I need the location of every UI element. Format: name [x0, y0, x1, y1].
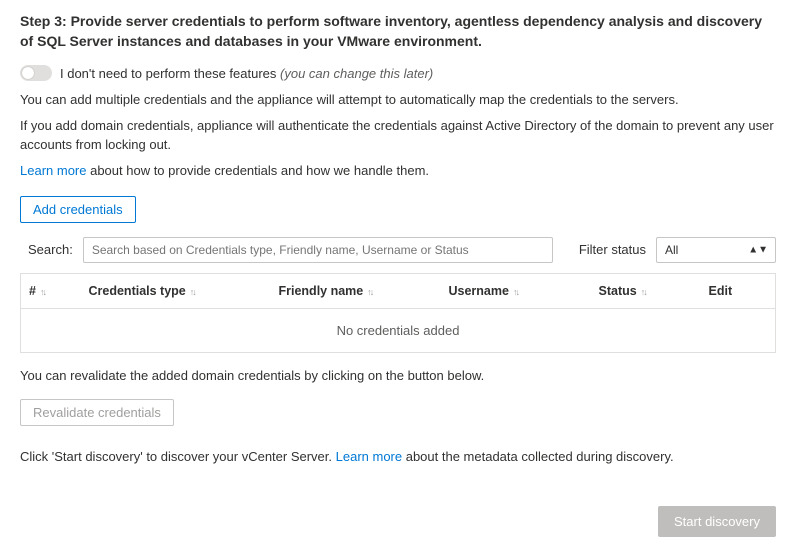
sort-icon: ↑↓	[190, 287, 195, 297]
col-status-label: Status	[599, 284, 637, 298]
step-title: Step 3: Provide server credentials to pe…	[20, 12, 776, 51]
col-username[interactable]: Username ↑↓	[441, 273, 591, 308]
chevron-updown-icon: ▲▼	[748, 244, 768, 255]
sort-icon: ↑↓	[513, 287, 518, 297]
col-friendly[interactable]: Friendly name↑↓	[271, 273, 441, 308]
info-paragraph-2: If you add domain credentials, appliance…	[20, 117, 776, 153]
search-filter-row: Search: Filter status All ▲▼	[20, 237, 776, 263]
discovery-pre: Click 'Start discovery' to discover your…	[20, 449, 336, 464]
col-edit: Edit	[701, 273, 776, 308]
col-friendly-label: Friendly name	[279, 284, 364, 298]
search-label: Search:	[28, 242, 73, 257]
col-index[interactable]: # ↑↓	[21, 273, 81, 308]
col-type[interactable]: Credentials type ↑↓	[81, 273, 271, 308]
toggle-row: I don't need to perform these features (…	[20, 65, 776, 81]
col-username-label: Username	[449, 284, 509, 298]
footer: Start discovery	[20, 506, 776, 537]
col-status[interactable]: Status ↑↓	[591, 273, 701, 308]
col-type-label: Credentials type	[89, 284, 186, 298]
toggle-label-text: I don't need to perform these features	[60, 66, 276, 81]
empty-message: No credentials added	[21, 308, 776, 352]
credentials-table: #↑↓ Credentials type↑↓ Friendly name↑↓ U…	[20, 273, 776, 353]
discovery-post: about the metadata collected during disc…	[402, 449, 673, 464]
toggle-hint: (you can change this later)	[280, 66, 433, 81]
start-discovery-button: Start discovery	[658, 506, 776, 537]
learn-more-text: about how to provide credentials and how…	[86, 163, 429, 178]
sort-icon: ↑↓	[367, 287, 372, 297]
filter-status-select[interactable]: All ▲▼	[656, 237, 776, 263]
revalidate-credentials-button: Revalidate credentials	[20, 399, 174, 426]
learn-more-link[interactable]: Learn more	[20, 163, 86, 178]
table-header-row: #↑↓ Credentials type↑↓ Friendly name↑↓ U…	[21, 273, 776, 308]
table-empty-row: No credentials added	[21, 308, 776, 352]
add-credentials-button[interactable]: Add credentials	[20, 196, 136, 223]
col-edit-label: Edit	[709, 284, 733, 298]
sort-icon: ↑↓	[641, 287, 646, 297]
col-index-label: #	[29, 284, 36, 298]
discovery-learn-more-link[interactable]: Learn more	[336, 449, 402, 464]
search-input[interactable]	[83, 237, 553, 263]
filter-status-label: Filter status	[579, 242, 646, 257]
learn-more-paragraph: Learn more about how to provide credenti…	[20, 162, 776, 180]
info-paragraph-1: You can add multiple credentials and the…	[20, 91, 776, 109]
discovery-paragraph: Click 'Start discovery' to discover your…	[20, 448, 776, 466]
toggle-label: I don't need to perform these features (…	[60, 66, 433, 81]
revalidate-text: You can revalidate the added domain cred…	[20, 367, 776, 385]
feature-toggle[interactable]	[20, 65, 52, 81]
sort-icon: ↑↓	[40, 287, 45, 297]
